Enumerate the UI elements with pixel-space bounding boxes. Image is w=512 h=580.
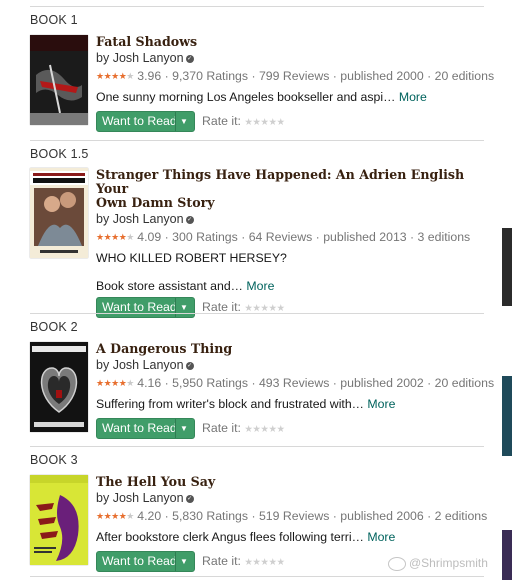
book-title-link[interactable]: Stranger Things Have Happened: An Adrien…	[96, 168, 490, 196]
goodreads-author-icon: ✓	[185, 361, 194, 370]
rating-stars-icon: ★★★★★	[96, 232, 134, 242]
book-title-link[interactable]: The Hell You Say	[96, 475, 490, 489]
book-cover[interactable]	[30, 168, 88, 258]
book-description: After bookstore clerk Angus flees follow…	[96, 530, 396, 544]
series-label: BOOK 1.5	[30, 147, 89, 161]
average-rating: 4.16	[137, 376, 162, 390]
cover-dangerous-thing-art	[30, 342, 88, 432]
rate-widget[interactable]: Rate it: ★★★★★	[202, 297, 285, 319]
sidebar-cover-thumb[interactable]	[502, 530, 512, 580]
sidebar-cover-thumb[interactable]	[502, 228, 512, 306]
average-rating: 3.96	[137, 69, 162, 83]
rate-stars-icon[interactable]: ★★★★★	[244, 117, 285, 128]
rate-stars-icon[interactable]: ★★★★★	[244, 557, 285, 568]
rating-meta: ★★★★★ 3.96 · 9,370 Ratings · 799 Reviews…	[96, 69, 494, 84]
author-line: by Josh Lanyon ✓	[96, 51, 194, 65]
book-title-link-continued[interactable]: Own Damn Story	[96, 196, 490, 210]
author-link[interactable]: Josh Lanyon	[113, 51, 184, 65]
dropdown-arrow-icon[interactable]: ▼	[180, 419, 188, 438]
rating-stats: · 9,370 Ratings · 799 Reviews · publishe…	[164, 69, 495, 83]
more-link[interactable]: More	[367, 397, 395, 411]
average-rating: 4.09	[137, 230, 162, 244]
more-link[interactable]: More	[399, 90, 427, 104]
more-link[interactable]: More	[367, 530, 395, 544]
book-cover[interactable]	[30, 342, 88, 432]
divider	[30, 140, 484, 141]
dropdown-arrow-icon[interactable]: ▼	[180, 112, 188, 131]
more-link[interactable]: More	[246, 279, 274, 293]
book-cover[interactable]	[30, 475, 88, 565]
rating-stats: · 300 Ratings · 64 Reviews · published 2…	[164, 230, 471, 244]
rating-stats: · 5,830 Ratings · 519 Reviews · publishe…	[164, 509, 488, 523]
average-rating: 4.20	[137, 509, 162, 523]
book-title-link[interactable]: A Dangerous Thing	[96, 342, 490, 356]
rate-widget[interactable]: Rate it: ★★★★★	[202, 418, 285, 440]
watermark: @Shrimpsmith	[388, 556, 488, 571]
rating-stats: · 5,950 Ratings · 493 Reviews · publishe…	[164, 376, 495, 390]
author-line: by Josh Lanyon ✓	[96, 212, 194, 226]
dropdown-arrow-icon[interactable]: ▼	[180, 552, 188, 571]
book-cover[interactable]	[30, 35, 88, 125]
rate-widget[interactable]: Rate it: ★★★★★	[202, 551, 285, 573]
goodreads-author-icon: ✓	[185, 54, 194, 63]
author-link[interactable]: Josh Lanyon	[113, 212, 184, 226]
top-divider	[30, 6, 484, 7]
rating-meta: ★★★★★ 4.16 · 5,950 Ratings · 493 Reviews…	[96, 376, 494, 391]
cover-hell-you-say-art	[30, 475, 88, 565]
rate-widget[interactable]: Rate it: ★★★★★	[202, 111, 285, 133]
rate-stars-icon[interactable]: ★★★★★	[244, 424, 285, 435]
author-link[interactable]: Josh Lanyon	[113, 358, 184, 372]
rating-stars-icon: ★★★★★	[96, 511, 134, 521]
want-to-read-button[interactable]: Want to Read ▼	[96, 297, 195, 318]
rating-stars-icon: ★★★★★	[96, 378, 134, 388]
book-description: WHO KILLED ROBERT HERSEY? Book store ass…	[96, 251, 287, 293]
want-to-read-button[interactable]: Want to Read ▼	[96, 551, 195, 572]
rating-meta: ★★★★★ 4.09 · 300 Ratings · 64 Reviews · …	[96, 230, 490, 245]
sidebar-cropped-edge	[502, 0, 512, 580]
author-line: by Josh Lanyon ✓	[96, 358, 194, 372]
sidebar-cover-thumb[interactable]	[502, 376, 512, 456]
divider	[30, 576, 484, 577]
author-line: by Josh Lanyon ✓	[96, 491, 194, 505]
dropdown-arrow-icon[interactable]: ▼	[180, 298, 188, 317]
want-to-read-button[interactable]: Want to Read ▼	[96, 418, 195, 439]
divider	[30, 313, 484, 314]
goodreads-author-icon: ✓	[185, 215, 194, 224]
series-label: BOOK 2	[30, 320, 78, 334]
rating-meta: ★★★★★ 4.20 · 5,830 Ratings · 519 Reviews…	[96, 509, 490, 524]
want-to-read-button[interactable]: Want to Read ▼	[96, 111, 195, 132]
book-description: One sunny morning Los Angeles bookseller…	[96, 90, 427, 104]
cover-fatal-shadows-art	[30, 35, 88, 125]
goodreads-author-icon: ✓	[185, 494, 194, 503]
series-label: BOOK 3	[30, 453, 78, 467]
weibo-logo-icon	[388, 556, 406, 571]
book-title-link[interactable]: Fatal Shadows	[96, 35, 490, 49]
author-link[interactable]: Josh Lanyon	[113, 491, 184, 505]
series-label: BOOK 1	[30, 13, 78, 27]
cover-stranger-things-art	[30, 168, 88, 258]
rating-stars-icon: ★★★★★	[96, 71, 134, 81]
divider	[30, 446, 484, 447]
book-description: Suffering from writer's block and frustr…	[96, 397, 396, 411]
